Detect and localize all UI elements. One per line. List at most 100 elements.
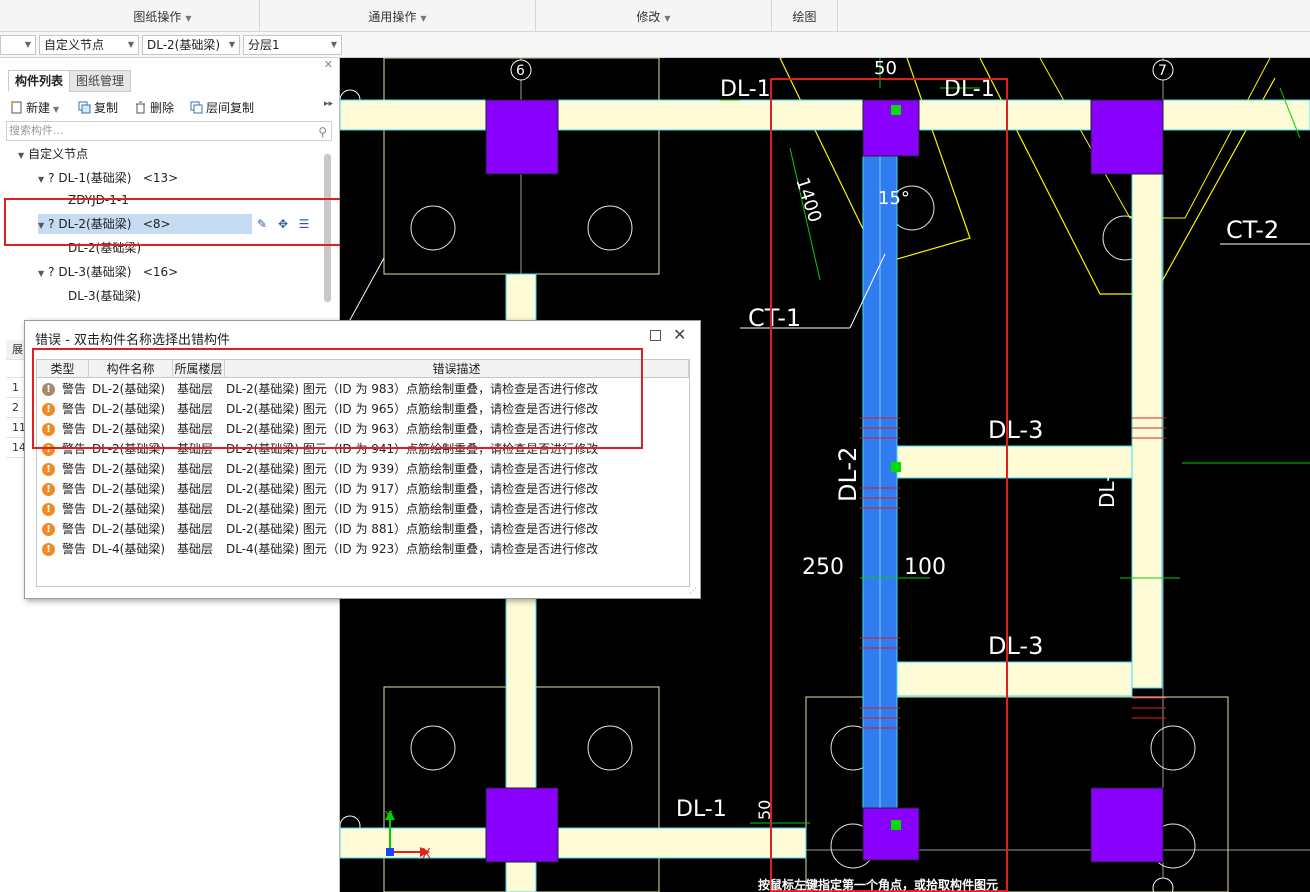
row-description: DL-2(基础梁) 图元（ID 为 963）点筋绘制重叠，请检查是否进行修改 [226, 422, 599, 436]
row-component-name[interactable]: DL-4(基础梁) [92, 539, 165, 559]
row-component-name[interactable]: DL-2(基础梁) [92, 479, 165, 499]
row-component-name[interactable]: DL-2(基础梁) [92, 499, 165, 519]
chevron-down-icon: ▼ [228, 40, 235, 49]
table-row[interactable]: ! 警告 DL-2(基础梁) 基础层 DL-2(基础梁) 图元（ID 为 881）点筋绘… [37, 519, 689, 539]
chevron-down-icon: ▼ [420, 14, 427, 23]
expand-icon[interactable]: ▼ [38, 221, 44, 230]
table-row[interactable]: ! 警告 DL-4(基础梁) 基础层 DL-4(基础梁) 图元（ID 为 923）点筋绘… [37, 539, 689, 559]
dialog-title: 错误 - 双击构件名称选择出错构件 [35, 333, 230, 348]
delete-button-label: 删除 [150, 101, 175, 115]
floor-select[interactable]: ▼ [0, 35, 36, 55]
copy-button[interactable]: 复制 [78, 99, 118, 116]
row-type: 警告 [62, 402, 87, 416]
expand-icon[interactable]: ▼ [38, 175, 44, 184]
table-row[interactable]: ! 警告 DL-2(基础梁) 基础层 DL-2(基础梁) 图元（ID 为 963）点筋绘… [37, 419, 689, 439]
column-header-name[interactable]: 构件名称 [89, 360, 173, 378]
warning-icon: ! [42, 423, 55, 436]
row-component-name[interactable]: DL-2(基础梁) [92, 379, 165, 399]
tree-item-dl1[interactable]: ▼ ? DL-1(基础梁) <13> [38, 168, 178, 188]
properties-icon[interactable]: ☰ [296, 216, 312, 232]
row-component-name[interactable]: DL-2(基础梁) [92, 419, 165, 439]
ribbon-group-draw[interactable]: 绘图 [772, 0, 838, 32]
column-header-floor[interactable]: 所属楼层 [173, 360, 225, 378]
expand-icon[interactable]: ▼ [18, 151, 24, 160]
table-row[interactable]: ! 警告 DL-2(基础梁) 基础层 DL-2(基础梁) 图元（ID 为 941）点筋绘… [37, 439, 689, 459]
tab-drawing-management[interactable]: 图纸管理 [69, 70, 132, 92]
ribbon-group-general-ops[interactable]: 通用操作 ▼ [260, 0, 536, 32]
selector-toolbar: ▼ 自定义节点 ▼ DL-2(基础梁) ▼ 分层1 ▼ [0, 32, 1310, 58]
tree-item-label: ? DL-3(基础梁) [48, 265, 132, 279]
row-component-name[interactable]: DL-2(基础梁) [92, 519, 165, 539]
new-button[interactable]: 新建 ▼ [10, 99, 59, 116]
table-row[interactable]: ! 警告 DL-2(基础梁) 基础层 DL-2(基础梁) 图元（ID 为 983）点筋绘… [37, 379, 689, 399]
floor-copy-button[interactable]: 层间复制 [190, 99, 254, 116]
tree-child-label: ZDYJD-1-1 [68, 193, 129, 207]
table-row[interactable]: ! 警告 DL-2(基础梁) 基础层 DL-2(基础梁) 图元（ID 为 939）点筋绘… [37, 459, 689, 479]
row-description: DL-2(基础梁) 图元（ID 为 941）点筋绘制重叠，请检查是否进行修改 [226, 442, 599, 456]
tree-child-label: DL-3(基础梁) [68, 289, 142, 303]
label-dl2: DL-2 [834, 447, 862, 502]
row-component-name[interactable]: DL-2(基础梁) [92, 439, 165, 459]
table-row[interactable]: ! 警告 DL-2(基础梁) 基础层 DL-2(基础梁) 图元（ID 为 965）点筋绘… [37, 399, 689, 419]
node-type-select[interactable]: 自定义节点 ▼ [39, 35, 139, 55]
expand-icon[interactable]: ▼ [38, 269, 44, 278]
copy-icon [78, 101, 91, 114]
ribbon: 图纸操作 ▼ 通用操作 ▼ 修改 ▼ 绘图 [0, 0, 1310, 32]
label-dim-50-bottom: 50 [755, 800, 774, 820]
floor-copy-button-label: 层间复制 [206, 101, 255, 115]
ribbon-group-label: 通用操作 [368, 10, 417, 24]
ribbon-group-label: 图纸操作 [133, 10, 182, 24]
more-icon[interactable]: ▸▸ [324, 99, 333, 109]
pin-icon[interactable]: ✥ [275, 216, 291, 232]
maximize-icon[interactable] [650, 330, 661, 341]
tree-child-dl3[interactable]: DL-3(基础梁) [68, 286, 141, 306]
tree-scrollbar[interactable] [324, 154, 331, 302]
row-floor: 基础层 [177, 402, 214, 416]
ribbon-group-modify[interactable]: 修改 ▼ [536, 0, 772, 32]
table-row[interactable]: ! 警告 DL-2(基础梁) 基础层 DL-2(基础梁) 图元（ID 为 915）点筋绘… [37, 499, 689, 519]
table-row[interactable]: ! 警告 DL-2(基础梁) 基础层 DL-2(基础梁) 图元（ID 为 917）点筋绘… [37, 479, 689, 499]
chevron-down-icon: ▼ [127, 40, 134, 49]
row-description: DL-4(基础梁) 图元（ID 为 923）点筋绘制重叠，请检查是否进行修改 [226, 542, 599, 556]
edit-icon[interactable]: ✎ [254, 216, 270, 232]
tree-item-tools: ✎ ✥ ☰ [254, 216, 317, 236]
search-input[interactable]: 搜索构件... ⚲ [6, 121, 332, 141]
row-description: DL-2(基础梁) 图元（ID 为 881）点筋绘制重叠，请检查是否进行修改 [226, 522, 599, 536]
component-value: DL-2(基础梁) [147, 38, 221, 52]
close-icon[interactable]: ✕ [324, 58, 333, 71]
layer-select[interactable]: 分层1 ▼ [243, 35, 342, 55]
row-description: DL-2(基础梁) 图元（ID 为 915）点筋绘制重叠，请检查是否进行修改 [226, 502, 599, 516]
tree-child-label: DL-2(基础梁) [68, 241, 142, 255]
warning-icon: ! [42, 443, 55, 456]
tree-item-dl2[interactable]: ▼ ? DL-2(基础梁) <8> [38, 214, 252, 234]
error-table: 类型 构件名称 所属楼层 错误描述 ! 警告 DL-2(基础梁) 基础层 DL-2(基础… [36, 359, 690, 587]
tree-item-label: ? DL-2(基础梁) [48, 217, 132, 231]
new-button-label: 新建 [26, 101, 51, 115]
warning-icon: ! [42, 523, 55, 536]
close-icon[interactable]: ✕ [673, 325, 686, 344]
row-component-name[interactable]: DL-2(基础梁) [92, 399, 165, 419]
delete-button[interactable]: 删除 [134, 99, 174, 116]
resize-grip-icon[interactable]: ⋰ [689, 586, 697, 595]
row-floor: 基础层 [177, 482, 214, 496]
ribbon-group-drawing-ops[interactable]: 图纸操作 ▼ [66, 0, 260, 32]
chevron-down-icon: ▼ [24, 40, 31, 49]
column-header-type[interactable]: 类型 [37, 360, 89, 378]
tree-item-dl3[interactable]: ▼ ? DL-3(基础梁) <16> [38, 262, 178, 282]
warning-icon: ! [42, 383, 55, 396]
label-ct1: CT-1 [748, 304, 801, 332]
row-type: 警告 [62, 442, 87, 456]
new-file-icon [11, 101, 22, 114]
component-select[interactable]: DL-2(基础梁) ▼ [142, 35, 240, 55]
tree-item-count: <13> [142, 171, 179, 185]
row-description: DL-2(基础梁) 图元（ID 为 983）点筋绘制重叠，请检查是否进行修改 [226, 382, 599, 396]
tab-component-list[interactable]: 构件列表 [8, 70, 71, 92]
tree-child-dl1[interactable]: ZDYJD-1-1 [68, 190, 129, 210]
row-type: 警告 [62, 522, 87, 536]
column-header-desc[interactable]: 错误描述 [225, 360, 689, 378]
warning-icon: ! [42, 403, 55, 416]
row-component-name[interactable]: DL-2(基础梁) [92, 459, 165, 479]
tree-root[interactable]: ▼ 自定义节点 [18, 144, 88, 164]
row-type: 警告 [62, 542, 87, 556]
tree-child-dl2[interactable]: DL-2(基础梁) [68, 238, 141, 258]
